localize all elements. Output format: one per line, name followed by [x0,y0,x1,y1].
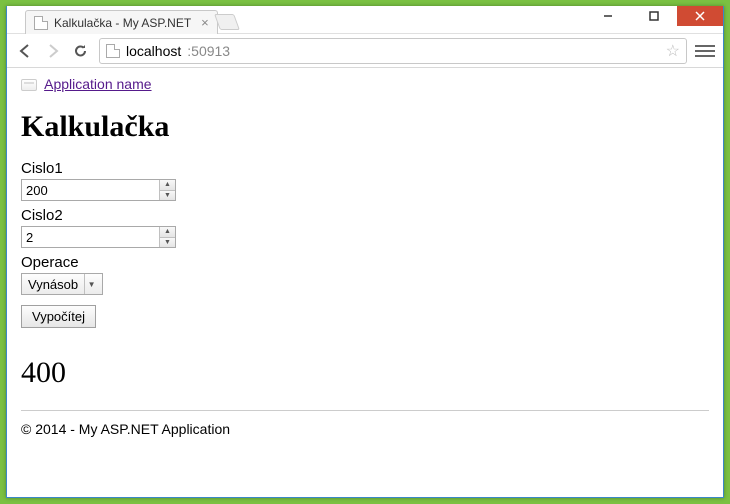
bookmark-icon[interactable]: ☆ [666,41,680,61]
chevron-down-icon: ▼ [84,274,98,294]
cislo2-value[interactable]: 2 [22,227,159,247]
url-path: :50913 [187,43,230,59]
page-title: Kalkulačka [21,110,709,144]
footer-text: © 2014 - My ASP.NET Application [21,421,709,437]
page-icon [106,44,120,58]
forward-button[interactable] [43,41,63,61]
tab-title: Kalkulačka - My ASP.NET [54,16,191,30]
browser-window: Kalkulačka - My ASP.NET × [6,6,724,498]
page-content: Application name Kalkulačka Cislo1 200 ▲… [7,68,723,497]
cislo1-label: Cislo1 [21,160,709,177]
address-bar[interactable]: localhost :50913 ☆ [99,38,687,64]
operace-select[interactable]: Vynásob ▼ [21,273,103,295]
submit-button[interactable]: Vypočítej [21,305,96,328]
app-name-link[interactable]: Application name [44,76,151,92]
spinner-down-icon[interactable]: ▼ [160,191,175,201]
back-button[interactable] [15,41,35,61]
close-window-button[interactable] [677,6,723,26]
operace-label: Operace [21,254,709,271]
cislo1-spinner[interactable]: ▲ ▼ [159,180,175,200]
spinner-down-icon[interactable]: ▼ [160,238,175,248]
nav-toggle-icon[interactable] [21,79,37,91]
browser-tab[interactable]: Kalkulačka - My ASP.NET × [25,10,218,34]
result-value: 400 [21,356,709,390]
reload-button[interactable] [71,41,91,61]
minimize-button[interactable] [585,6,631,26]
maximize-button[interactable] [631,6,677,26]
titlebar: Kalkulačka - My ASP.NET × [7,6,723,34]
divider [21,410,709,411]
cislo1-input[interactable]: 200 ▲ ▼ [21,179,176,201]
spinner-up-icon[interactable]: ▲ [160,180,175,191]
browser-toolbar: localhost :50913 ☆ [7,34,723,68]
close-tab-icon[interactable]: × [201,15,209,30]
spinner-up-icon[interactable]: ▲ [160,227,175,238]
menu-button[interactable] [695,41,715,61]
cislo2-spinner[interactable]: ▲ ▼ [159,227,175,247]
cislo2-label: Cislo2 [21,207,709,224]
url-host: localhost [126,43,181,59]
cislo1-value[interactable]: 200 [22,180,159,200]
operace-selected: Vynásob [28,277,78,292]
cislo2-input[interactable]: 2 ▲ ▼ [21,226,176,248]
new-tab-button[interactable] [214,14,240,30]
page-icon [34,16,48,30]
